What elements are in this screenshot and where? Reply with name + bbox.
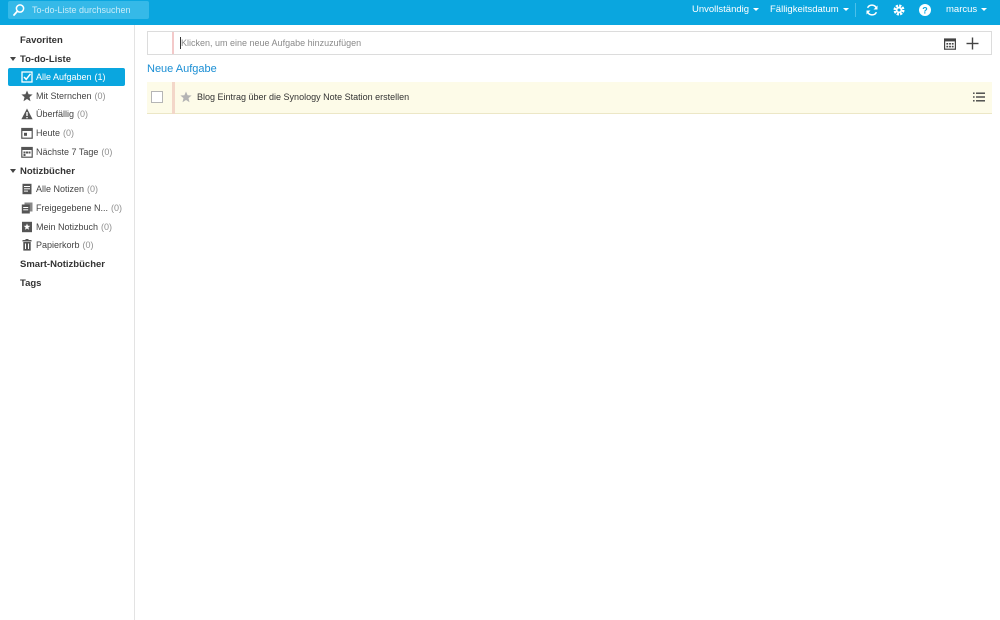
sidebar-item-today[interactable]: Heute (0) (8, 124, 125, 142)
star-icon (21, 90, 33, 102)
sidebar-item-count: (0) (82, 240, 94, 250)
sidebar-item-label: Mit Sternchen (36, 91, 92, 101)
search-icon (13, 4, 25, 16)
user-menu[interactable]: marcus (946, 0, 988, 20)
new-task-input[interactable] (181, 35, 921, 51)
sidebar-section-smart-notebooks[interactable]: Smart-Notizbücher (20, 259, 105, 270)
sidebar-item-shared-notes[interactable]: Freigegebene N... (0) (8, 199, 125, 217)
calendar-today-icon (21, 127, 33, 139)
sidebar-section-todo[interactable]: To-do-Liste (20, 54, 71, 65)
sidebar-item-my-notebook[interactable]: Mein Notizbuch (0) (8, 218, 125, 236)
sidebar-item-label: Mein Notizbuch (36, 222, 99, 232)
task-priority-marker (172, 82, 175, 114)
shared-notes-icon (21, 202, 33, 214)
filter-dropdown[interactable]: Unvollständig (692, 0, 760, 20)
sidebar-item-next-7-days[interactable]: Nächste 7 Tage (0) (8, 143, 125, 161)
caret-down-icon[interactable] (10, 57, 16, 61)
sidebar-item-label: Papierkorb (36, 240, 80, 250)
task-checkbox[interactable] (151, 91, 163, 103)
chevron-down-icon (753, 7, 760, 11)
task-row[interactable]: Blog Eintrag über die Synology Note Stat… (147, 82, 992, 114)
caret-down-icon[interactable] (10, 169, 16, 173)
sidebar-item-all-notes[interactable]: Alle Notizen (0) (8, 180, 125, 198)
sidebar: Favoriten To-do-Liste Alle Aufgaben (1) M… (0, 25, 135, 620)
task-details-icon[interactable] (973, 92, 985, 102)
search-box[interactable] (8, 1, 149, 19)
warning-icon (21, 108, 33, 120)
new-task-check-area (148, 32, 174, 54)
sidebar-item-count: (0) (111, 203, 123, 213)
group-title[interactable]: Neue Aufgabe (147, 63, 217, 75)
sidebar-item-count: (0) (87, 184, 99, 194)
sidebar-item-count: (0) (101, 147, 113, 157)
sidebar-item-label: Überfällig (36, 109, 75, 119)
sidebar-item-label: Freigegebene N... (36, 203, 109, 213)
new-task-bar (147, 31, 992, 55)
sidebar-item-starred[interactable]: Mit Sternchen (0) (8, 87, 125, 105)
sidebar-item-count: (0) (77, 109, 89, 119)
user-name: marcus (946, 4, 978, 15)
sidebar-favorites[interactable]: Favoriten (20, 35, 63, 46)
calendar-week-icon (21, 146, 33, 158)
top-bar: Unvollständig Fälligkeitsdatum ? marcus (0, 0, 1000, 25)
star-icon[interactable] (180, 91, 192, 103)
sidebar-item-count: (0) (101, 222, 113, 232)
svg-text:?: ? (922, 5, 928, 15)
filter-label: Unvollständig (692, 4, 750, 15)
sort-label: Fälligkeitsdatum (770, 4, 839, 15)
chevron-down-icon (842, 7, 849, 11)
add-task-icon[interactable] (966, 37, 979, 50)
gear-icon[interactable] (892, 3, 906, 17)
trash-icon (22, 239, 32, 251)
task-title[interactable]: Blog Eintrag über die Synology Note Stat… (197, 92, 409, 102)
sidebar-item-all-tasks[interactable]: Alle Aufgaben (1) (8, 68, 125, 86)
chevron-down-icon (981, 7, 988, 11)
sidebar-item-count: (0) (63, 128, 75, 138)
sidebar-item-count: (0) (94, 91, 106, 101)
sidebar-item-label: Alle Aufgaben (36, 72, 92, 82)
sort-dropdown[interactable]: Fälligkeitsdatum (770, 0, 849, 20)
notes-icon (22, 183, 32, 195)
sidebar-item-count: (1) (94, 72, 106, 82)
sidebar-item-overdue[interactable]: Überfällig (0) (8, 105, 125, 123)
sidebar-section-notebooks[interactable]: Notizbücher (20, 166, 75, 177)
sidebar-item-label: Nächste 7 Tage (36, 147, 99, 157)
notebook-icon (22, 221, 32, 233)
help-icon[interactable]: ? (918, 3, 932, 17)
checkbox-icon (21, 71, 33, 83)
sidebar-item-trash[interactable]: Papierkorb (0) (8, 236, 125, 254)
toolbar-divider (855, 3, 856, 17)
calendar-icon[interactable] (944, 38, 956, 50)
sidebar-item-label: Alle Notizen (36, 184, 85, 194)
sidebar-section-tags[interactable]: Tags (20, 278, 41, 289)
search-input[interactable] (32, 1, 147, 19)
sidebar-item-label: Heute (36, 128, 61, 138)
refresh-icon[interactable] (865, 3, 879, 17)
